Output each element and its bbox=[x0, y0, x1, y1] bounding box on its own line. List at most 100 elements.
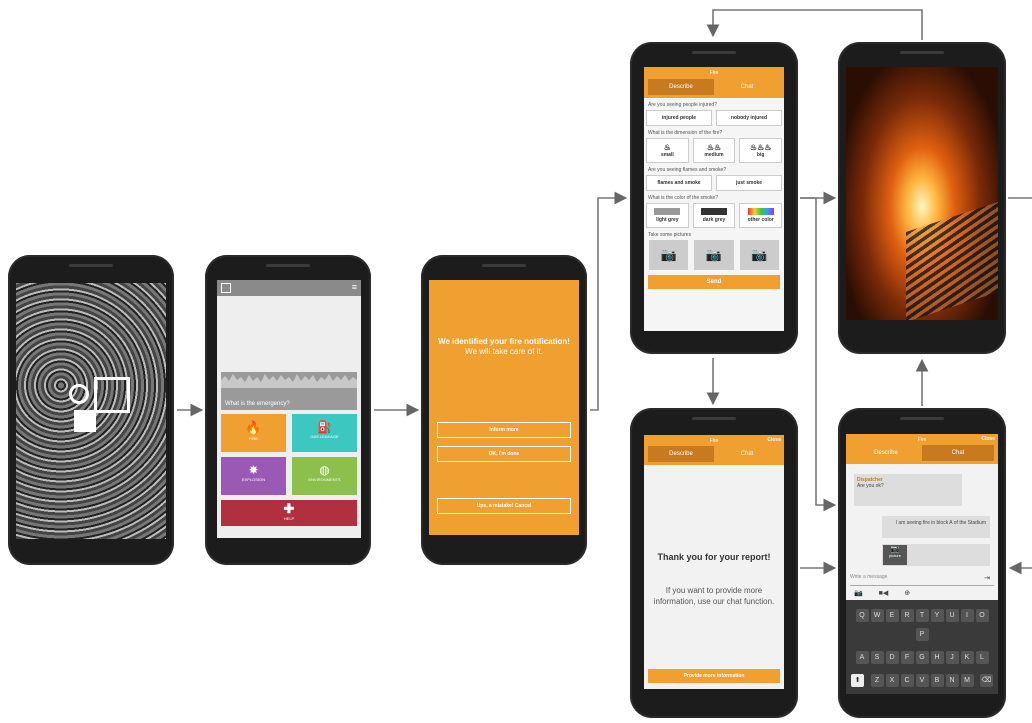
option-just-smoke[interactable]: just smoke bbox=[716, 175, 782, 191]
plus-icon: ✚ bbox=[283, 501, 295, 516]
key[interactable]: F bbox=[900, 651, 914, 664]
key[interactable]: X bbox=[885, 674, 899, 687]
phone-2: ≡ What is the emergency? 🔥 FIRE ⛽ GAS LE… bbox=[205, 255, 371, 565]
close-button[interactable]: Close bbox=[981, 436, 995, 442]
picture-bubble: 📷 picture bbox=[882, 544, 990, 566]
key[interactable]: L bbox=[975, 651, 989, 664]
tab-chat[interactable]: Chat bbox=[714, 79, 780, 95]
option-small[interactable]: ♨ small bbox=[646, 138, 689, 163]
kb-row-3: ⬆ ZXCVBNM ⌫ bbox=[848, 669, 996, 688]
question-injured: Are you seeing people injured? bbox=[648, 102, 717, 108]
keyboard: QWERTYUIO P ASDFGHJKL ⬆ ZXCVBNM ⌫ 123 ⊕ ♪… bbox=[846, 600, 998, 694]
light-grey-label: light grey bbox=[656, 217, 679, 223]
camera-icon[interactable]: 📷 bbox=[694, 240, 734, 270]
key[interactable]: O bbox=[975, 609, 989, 622]
tab-chat[interactable]: Chat bbox=[714, 446, 780, 462]
phone-3: We identified your fire notification! We… bbox=[421, 255, 587, 565]
key[interactable]: M bbox=[960, 674, 974, 687]
provide-more-button[interactable]: Provide more information bbox=[648, 669, 780, 683]
backspace-key[interactable]: ⌫ bbox=[979, 674, 993, 687]
header-title: Fire bbox=[709, 438, 719, 444]
rainbow-swatch bbox=[747, 208, 774, 215]
camera-icon[interactable]: 📷 bbox=[854, 590, 863, 597]
close-button[interactable]: Close bbox=[767, 437, 781, 443]
key[interactable]: Y bbox=[930, 609, 944, 622]
key[interactable]: G bbox=[915, 651, 929, 664]
user-bubble: I am seeing fire in block A of the Stadi… bbox=[882, 516, 990, 538]
explosion-tile[interactable]: ✸ EXPLOSION bbox=[221, 457, 286, 495]
video-icon[interactable]: ■◀ bbox=[879, 590, 889, 597]
location-icon[interactable]: ⊕ bbox=[904, 590, 910, 597]
key[interactable]: Z bbox=[870, 674, 884, 687]
cancel-button[interactable]: Ups, a mistake! Cancel bbox=[437, 498, 571, 514]
key[interactable]: R bbox=[900, 609, 914, 622]
camera-icon[interactable]: 📷 bbox=[739, 240, 779, 270]
option-other-color[interactable]: other color bbox=[739, 203, 783, 228]
key[interactable]: A bbox=[855, 651, 869, 664]
key[interactable]: W bbox=[870, 609, 884, 622]
environments-tile[interactable]: ◍ ENVIRONMENTS bbox=[292, 457, 357, 495]
question-flames-smoke: Are you seeing flames and smoke? bbox=[648, 167, 727, 173]
phone-7: Fire Close Describe Chat Dispatcher Are … bbox=[838, 408, 1006, 718]
kb-row-1: Q W E R T Y U I O P bbox=[848, 604, 996, 642]
key[interactable]: Q bbox=[855, 609, 869, 622]
tab-describe[interactable]: Describe bbox=[648, 79, 714, 95]
tab-chat[interactable]: Chat bbox=[922, 445, 994, 461]
key[interactable]: C bbox=[900, 674, 914, 687]
describe-form-screen: Fire Describe Chat Are you seeing people… bbox=[644, 67, 784, 331]
camera-icon[interactable]: 📷 bbox=[649, 240, 689, 270]
tab-describe[interactable]: Describe bbox=[648, 446, 714, 462]
question-pictures: Take some pictures bbox=[648, 232, 692, 238]
option-flames-and-smoke[interactable]: flames and smoke bbox=[646, 175, 712, 191]
help-tile[interactable]: ✚ HELP bbox=[221, 500, 357, 526]
emergency-question: What is the emergency? bbox=[225, 401, 290, 407]
explosion-icon: ✸ bbox=[248, 463, 259, 477]
key[interactable]: D bbox=[885, 651, 899, 664]
fire-tile[interactable]: 🔥 FIRE bbox=[221, 414, 286, 452]
injured-options: injured people nobody injured bbox=[644, 110, 784, 126]
key[interactable]: K bbox=[960, 651, 974, 664]
picture-label: picture bbox=[888, 553, 901, 558]
key[interactable]: H bbox=[930, 651, 944, 664]
phone-1 bbox=[8, 255, 174, 565]
speaker bbox=[69, 264, 113, 267]
small-flame-icon: ♨ bbox=[663, 143, 671, 152]
send-button[interactable]: Send bbox=[648, 275, 780, 289]
key[interactable]: I bbox=[960, 609, 974, 622]
inform-more-button[interactable]: Inform more bbox=[437, 422, 571, 438]
key[interactable]: S bbox=[870, 651, 884, 664]
key[interactable]: E bbox=[885, 609, 899, 622]
faucet-icon: ⛽ bbox=[317, 420, 332, 434]
gas-leakage-tile[interactable]: ⛽ GAS LEAKAGE bbox=[292, 414, 357, 452]
fire-photo-screen bbox=[846, 67, 998, 320]
menu-icon[interactable]: ≡ bbox=[352, 283, 357, 292]
option-injured-people[interactable]: injured people bbox=[646, 110, 712, 126]
option-medium[interactable]: ♨♨ medium bbox=[692, 138, 736, 163]
key[interactable]: N bbox=[945, 674, 959, 687]
picture-slots: 📷 📷 📷 bbox=[644, 240, 784, 270]
send-icon[interactable]: ⇥ bbox=[984, 574, 990, 582]
key[interactable]: P bbox=[915, 628, 929, 641]
option-big[interactable]: ♨♨♨ big bbox=[739, 138, 783, 163]
option-small-label: small bbox=[660, 152, 674, 158]
scan-frame-icon bbox=[94, 377, 130, 413]
message-input[interactable]: Write a message ⇥ bbox=[850, 574, 994, 586]
key[interactable]: T bbox=[915, 609, 929, 622]
key[interactable]: U bbox=[945, 609, 959, 622]
message-placeholder: Write a message bbox=[850, 574, 888, 580]
scan-circle-icon bbox=[69, 384, 89, 404]
key[interactable]: B bbox=[930, 674, 944, 687]
globe-icon: ◍ bbox=[319, 463, 330, 477]
option-light-grey[interactable]: light grey bbox=[646, 203, 689, 228]
shift-key[interactable]: ⬆ bbox=[851, 674, 865, 687]
medium-flame-icon: ♨♨ bbox=[706, 143, 722, 152]
picture-thumb[interactable]: 📷 picture bbox=[883, 545, 907, 565]
key[interactable]: V bbox=[915, 674, 929, 687]
tab-describe[interactable]: Describe bbox=[850, 445, 922, 461]
option-dark-grey[interactable]: dark grey bbox=[692, 203, 736, 228]
ok-done-button[interactable]: OK, I'm done bbox=[437, 446, 571, 462]
key[interactable]: J bbox=[945, 651, 959, 664]
option-nobody-injured[interactable]: nobody injured bbox=[716, 110, 782, 126]
speaker bbox=[692, 51, 736, 54]
scan-square-icon bbox=[74, 410, 96, 432]
